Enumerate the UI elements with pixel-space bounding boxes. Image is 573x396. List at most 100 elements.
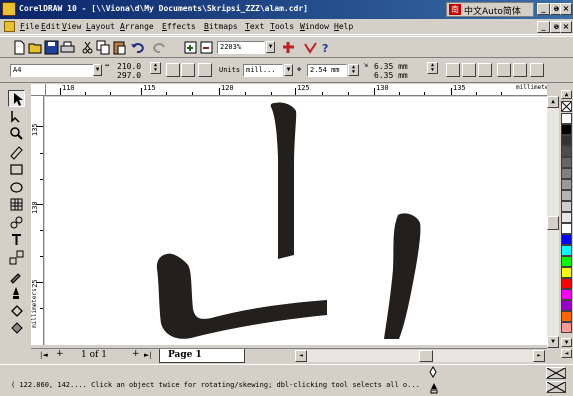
color-swatch[interactable] [561, 267, 572, 278]
nudge-offset-input[interactable]: 2.54 mm [307, 64, 347, 77]
ime-logo-icon[interactable]: 南 [449, 4, 461, 15]
menu-effects[interactable]: Effects [162, 22, 196, 31]
import-icon[interactable] [183, 40, 198, 55]
units-dropdown-icon[interactable]: ▼ [284, 64, 293, 76]
color-swatch[interactable] [561, 300, 572, 311]
left-hook-stroke[interactable] [156, 253, 327, 339]
portrait-button[interactable] [166, 63, 180, 77]
duplicate-spinner[interactable]: ▲ ▼ [427, 62, 438, 74]
close-button[interactable]: × [560, 3, 572, 15]
color-swatch[interactable] [561, 190, 572, 201]
scroll-up-button[interactable]: ▲ [547, 96, 559, 108]
menu-help[interactable]: Help [334, 22, 353, 31]
color-swatch[interactable] [561, 201, 572, 212]
outline-indicator-icon[interactable] [430, 382, 438, 394]
color-swatch[interactable] [561, 113, 572, 124]
horizontal-scroll-thumb[interactable] [419, 350, 433, 362]
scroll-left-button[interactable]: ◄ [295, 350, 307, 362]
no-fill-swatch[interactable] [561, 101, 572, 112]
coreldraw-app-icon[interactable] [2, 2, 16, 16]
color-swatch[interactable] [561, 223, 572, 234]
outline-swatch-indicator[interactable] [546, 381, 566, 393]
palette-expand-icon[interactable]: ◄ [561, 349, 572, 358]
menu-edit[interactable]: Edit [41, 22, 60, 31]
interactive-blend-tool-icon[interactable] [8, 249, 25, 266]
export-icon[interactable] [199, 40, 214, 55]
outline-tool-icon[interactable] [8, 285, 25, 302]
color-swatch[interactable] [561, 124, 572, 135]
color-swatch[interactable] [561, 146, 572, 157]
drawing-canvas[interactable] [45, 97, 547, 345]
color-swatch[interactable] [561, 179, 572, 190]
redo-icon[interactable] [152, 40, 167, 55]
width-spinner[interactable]: ▲ ▼ [150, 62, 161, 74]
zoom-dropdown-icon[interactable]: ▼ [266, 41, 275, 53]
copy-icon[interactable] [96, 40, 111, 55]
help-icon[interactable]: ? [319, 40, 334, 55]
scroll-right-button[interactable]: ► [533, 350, 545, 362]
color-swatch[interactable] [561, 311, 572, 322]
minimize-button[interactable]: _ [537, 3, 550, 15]
application-launcher-icon[interactable] [281, 40, 296, 55]
save-icon[interactable] [44, 40, 59, 55]
color-swatch[interactable] [561, 278, 572, 289]
cut-icon[interactable] [80, 40, 95, 55]
page-tab[interactable]: Page 1 [159, 349, 245, 363]
ruler-origin[interactable] [31, 84, 46, 96]
color-swatch[interactable] [561, 322, 572, 333]
guidelines-button[interactable] [478, 63, 492, 77]
paper-size-select[interactable]: A4 [10, 64, 94, 77]
doc-close-button[interactable]: × [560, 21, 572, 33]
vertical-ruler[interactable]: 135 130 125 millimeters [31, 96, 44, 345]
horizontal-scrollbar[interactable]: ◄ ► [295, 350, 545, 362]
page-width-field[interactable]: 210.0 [117, 62, 141, 71]
menu-layout[interactable]: Layout [86, 22, 115, 31]
shape-tool-icon[interactable] [8, 108, 25, 125]
menu-view[interactable]: View [62, 22, 81, 31]
eyedropper-tool-icon[interactable] [8, 267, 25, 284]
color-swatch[interactable] [561, 135, 572, 146]
color-swatch[interactable] [561, 245, 572, 256]
horizontal-ruler[interactable]: 110 115 120 125 130 135 millimeters [46, 84, 547, 96]
color-swatch[interactable] [561, 289, 572, 300]
duplicate-x-field[interactable]: 6.35 mm [374, 62, 408, 71]
page-options-button[interactable] [198, 63, 212, 77]
fill-tool-icon[interactable] [8, 303, 25, 320]
fill-indicator-icon[interactable] [428, 366, 438, 378]
text-tool-icon[interactable] [8, 231, 25, 248]
menu-bitmaps[interactable]: Bitmaps [204, 22, 238, 31]
print-icon[interactable] [60, 40, 75, 55]
add-page-before-button[interactable]: + [56, 349, 64, 359]
interactive-fill-tool-icon[interactable] [8, 320, 25, 337]
palette-scroll-down-icon[interactable]: ▼ [561, 338, 572, 347]
landscape-button[interactable] [181, 63, 195, 77]
vertical-scrollbar[interactable]: ▲ ▼ [547, 96, 559, 348]
page-height-field[interactable]: 297.0 [117, 71, 141, 80]
menu-text[interactable]: Text [245, 22, 264, 31]
corel-online-icon[interactable] [303, 40, 318, 55]
paper-size-dropdown-icon[interactable]: ▼ [93, 64, 102, 76]
vertical-scroll-thumb[interactable] [547, 216, 559, 230]
snap-to-objects-button[interactable] [497, 63, 511, 77]
doc-minimize-button[interactable]: _ [537, 21, 550, 33]
last-page-button[interactable]: ►| [144, 351, 152, 359]
menu-window[interactable]: Window [300, 22, 329, 31]
fill-swatch-indicator[interactable] [546, 367, 566, 379]
center-vertical-stroke[interactable] [270, 102, 297, 260]
rulers-button[interactable] [462, 63, 476, 77]
right-slanted-stroke[interactable] [384, 213, 421, 339]
scroll-down-button[interactable]: ▼ [547, 336, 559, 348]
duplicate-y-field[interactable]: 6.35 mm [374, 71, 408, 80]
color-swatch[interactable] [561, 212, 572, 223]
color-swatch[interactable] [561, 256, 572, 267]
treat-as-filled-button[interactable] [513, 63, 527, 77]
open-icon[interactable] [28, 40, 43, 55]
new-icon[interactable] [12, 40, 27, 55]
freehand-tool-icon[interactable] [8, 143, 25, 160]
color-swatch[interactable] [561, 168, 572, 179]
color-swatch[interactable] [561, 234, 572, 245]
add-page-after-button[interactable]: + [132, 349, 140, 359]
ime-toolbar[interactable]: 南 中文Auto简体 [446, 2, 534, 17]
options-button[interactable] [530, 63, 544, 77]
pick-tool-icon[interactable] [8, 90, 25, 107]
